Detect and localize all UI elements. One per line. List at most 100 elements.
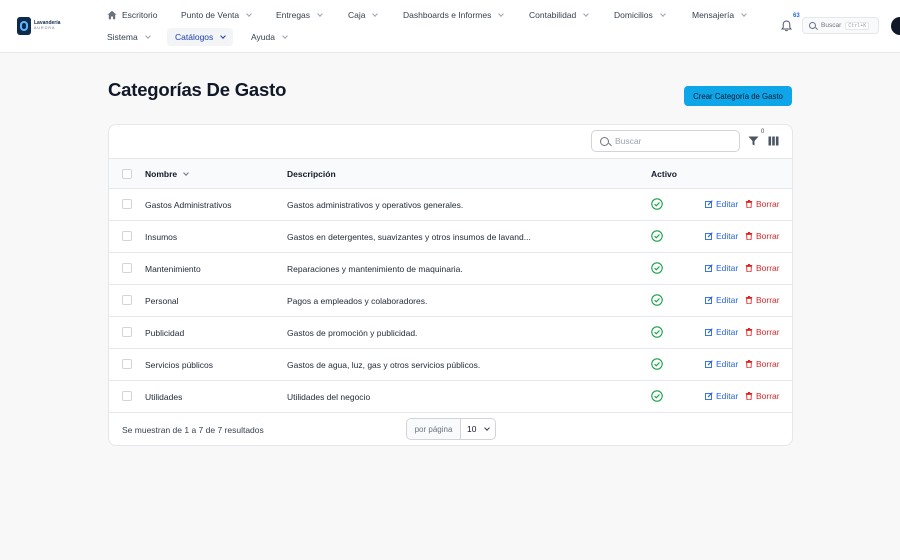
brand-logo[interactable]: Lavandería AURORA [17,17,60,35]
per-page-label: por página [407,419,461,439]
trash-icon [745,392,753,400]
trash-icon [745,328,753,336]
check-circle-icon [651,262,663,274]
nav-caja[interactable]: Caja [348,6,379,24]
delete-label: Borrar [756,231,780,241]
per-page-value: 10 [467,424,477,434]
logo-icon [17,17,31,35]
cell-description: Gastos administrativos y operativos gene… [287,200,464,210]
nav-label: Escritorio [122,10,158,20]
delete-label: Borrar [756,327,780,337]
edit-button[interactable]: Editar [705,295,738,305]
chevron-down-icon [220,32,227,39]
chevron-down-icon [144,32,151,39]
nav-domicilios[interactable]: Domicilios [614,6,666,24]
delete-button[interactable]: Borrar [745,199,780,209]
chevron-down-icon [372,10,379,17]
nav-label: Catálogos [175,32,214,42]
nav-contabilidad[interactable]: Contabilidad [529,6,590,24]
edit-button[interactable]: Editar [705,199,738,209]
nav-label: Contabilidad [529,10,577,20]
cell-description: Pagos a empleados y colaboradores. [287,296,428,306]
delete-label: Borrar [756,263,780,273]
nav-sistema[interactable]: Sistema [107,28,151,46]
columns-icon[interactable] [768,136,779,146]
edit-button[interactable]: Editar [705,391,738,401]
cell-description: Gastos en detergentes, suavizantes y otr… [287,232,531,242]
cell-name: Utilidades [145,392,183,402]
row-checkbox[interactable] [122,359,132,369]
row-checkbox[interactable] [122,391,132,401]
delete-button[interactable]: Borrar [745,295,780,305]
edit-icon [705,392,713,400]
edit-button[interactable]: Editar [705,359,738,369]
chevron-down-icon [498,10,505,17]
delete-button[interactable]: Borrar [745,359,780,369]
avatar[interactable] [891,17,900,35]
delete-button[interactable]: Borrar [745,231,780,241]
nav-entregas[interactable]: Entregas [276,6,323,24]
check-circle-icon [651,198,663,210]
row-checkbox[interactable] [122,263,132,273]
nav-punto-de-venta[interactable]: Punto de Venta [181,6,252,24]
column-header-name[interactable]: Nombre [145,169,189,179]
edit-label: Editar [716,295,739,305]
edit-button[interactable]: Editar [705,231,738,241]
nav-dashboards[interactable]: Dashboards e Informes [403,6,505,24]
edit-button[interactable]: Editar [705,263,738,273]
delete-button[interactable]: Borrar [745,391,780,401]
check-circle-icon [651,326,663,338]
delete-button[interactable]: Borrar [745,263,780,273]
chevron-down-icon [741,10,747,17]
trash-icon [745,296,753,304]
cell-description: Gastos de promoción y publicidad. [287,328,418,338]
chevron-down-icon [282,32,288,39]
cell-name: Mantenimiento [145,264,201,274]
top-navigation-bar: Lavandería AURORA Escritorio Punto de Ve… [0,0,900,53]
create-category-button[interactable]: Crear Categoría de Gasto [684,86,792,106]
edit-label: Editar [716,359,739,369]
trash-icon [745,360,753,368]
column-header-label: Nombre [145,169,178,179]
row-checkbox[interactable] [122,231,132,241]
nav-ayuda[interactable]: Ayuda [251,28,288,46]
table-search-input[interactable] [615,136,725,146]
cell-name: Insumos [145,232,178,242]
per-page-select[interactable]: por página 10 [406,418,496,440]
page-title: Categorías De Gasto [108,79,287,100]
bell-icon[interactable] [781,20,792,32]
edit-icon [705,232,713,240]
filter-icon[interactable] [748,136,759,146]
nav-catalogos[interactable]: Catálogos [167,28,234,46]
check-circle-icon [651,358,663,370]
edit-label: Editar [716,263,739,273]
row-checkbox[interactable] [122,199,132,209]
table-row: Personal Pagos a empleados y colaboradore… [109,285,792,317]
nav-mensajeria[interactable]: Mensajería [692,6,747,24]
column-header-description: Descripción [287,169,336,179]
edit-label: Editar [716,391,739,401]
table-row: Servicios públicos Gastos de agua, luz, g… [109,349,792,381]
chevron-down-icon [484,424,491,431]
edit-button[interactable]: Editar [705,327,738,337]
delete-button[interactable]: Borrar [745,327,780,337]
check-circle-icon [651,390,663,402]
edit-icon [705,328,713,336]
select-all-checkbox[interactable] [122,169,132,179]
edit-label: Editar [716,199,739,209]
nav-escritorio[interactable]: Escritorio [107,6,157,24]
delete-label: Borrar [756,199,780,209]
row-checkbox[interactable] [122,327,132,337]
table-card: 0 Nombre Descripción Activo Gastos Admin… [108,124,793,446]
row-checkbox[interactable] [122,295,132,305]
edit-label: Editar [716,327,739,337]
table-search[interactable] [591,130,740,152]
global-search-button[interactable]: Buscar Ctrl+K [802,17,879,34]
cell-description: Utilidades del negocio [287,392,371,402]
notification-count: 63 [793,13,800,19]
cell-name: Servicios públicos [145,360,214,370]
keyboard-shortcut: Ctrl+K [845,21,870,30]
global-search-label: Buscar [821,22,842,29]
nav-label: Caja [348,10,366,20]
nav-label: Dashboards e Informes [403,10,492,20]
